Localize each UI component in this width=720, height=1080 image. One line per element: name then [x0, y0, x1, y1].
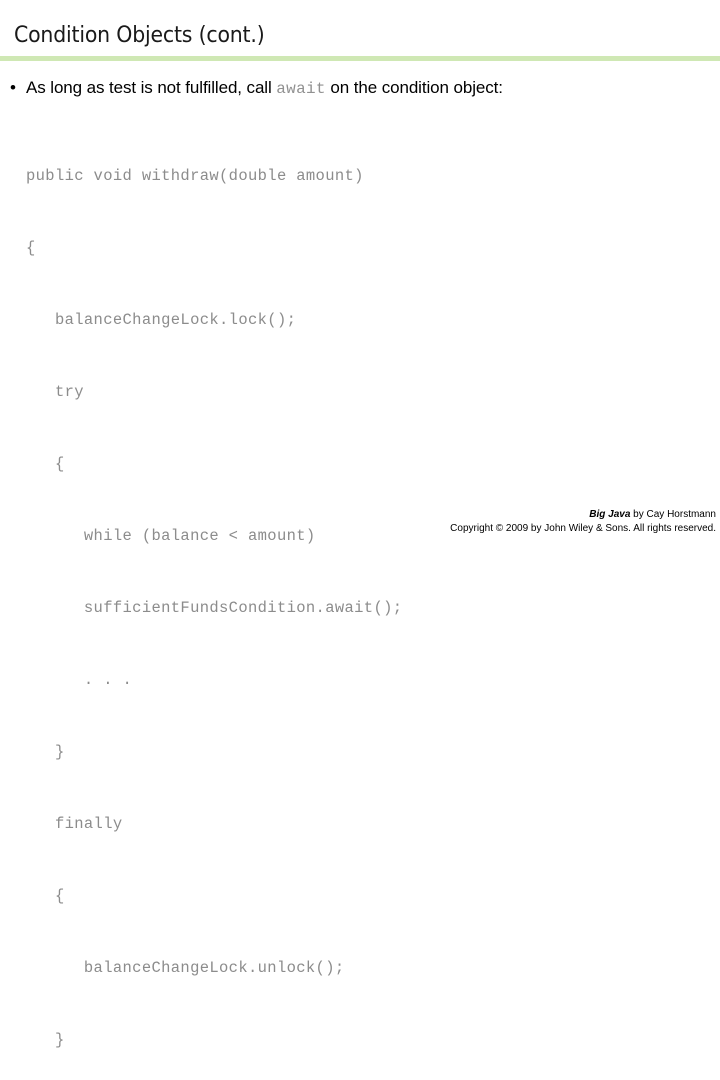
code-line: } — [26, 1031, 65, 1049]
bullet-text-after: on the condition object: — [325, 78, 503, 97]
bullet-item: • As long as test is not fulfilled, call… — [10, 76, 716, 101]
title-divider — [0, 56, 720, 61]
code-line: } — [26, 743, 65, 761]
code-line: public void withdraw(double amount) — [26, 167, 364, 185]
footer-attribution: Big Java by Cay Horstmann — [450, 508, 716, 522]
slide-canvas: Condition Objects (cont.) • As long as t… — [0, 0, 720, 1049]
bullet-text: As long as test is not fulfilled, call a… — [26, 76, 716, 101]
code-block: public void withdraw(double amount) { ba… — [26, 116, 686, 1080]
code-line: try — [26, 383, 84, 401]
code-line: balanceChangeLock.lock(); — [26, 311, 297, 329]
bullet-text-before: As long as test is not fulfilled, call — [26, 78, 277, 97]
code-line: . . . — [26, 671, 133, 689]
slide-footer: Big Java by Cay Horstmann Copyright © 20… — [450, 508, 716, 536]
code-line: sufficientFundsCondition.await(); — [26, 599, 403, 617]
code-line: finally — [26, 815, 123, 833]
footer-author: by Cay Horstmann — [630, 509, 716, 520]
code-line: balanceChangeLock.unlock(); — [26, 959, 345, 977]
footer-book-title: Big Java — [589, 509, 631, 520]
code-line: { — [26, 887, 65, 905]
code-line: { — [26, 239, 36, 257]
inline-code-await: await — [276, 80, 326, 98]
footer-copyright: Copyright © 2009 by John Wiley & Sons. A… — [450, 523, 716, 534]
bullet-marker-icon: • — [10, 78, 16, 97]
page-title: Condition Objects (cont.) — [14, 23, 265, 48]
code-line: { — [26, 455, 65, 473]
